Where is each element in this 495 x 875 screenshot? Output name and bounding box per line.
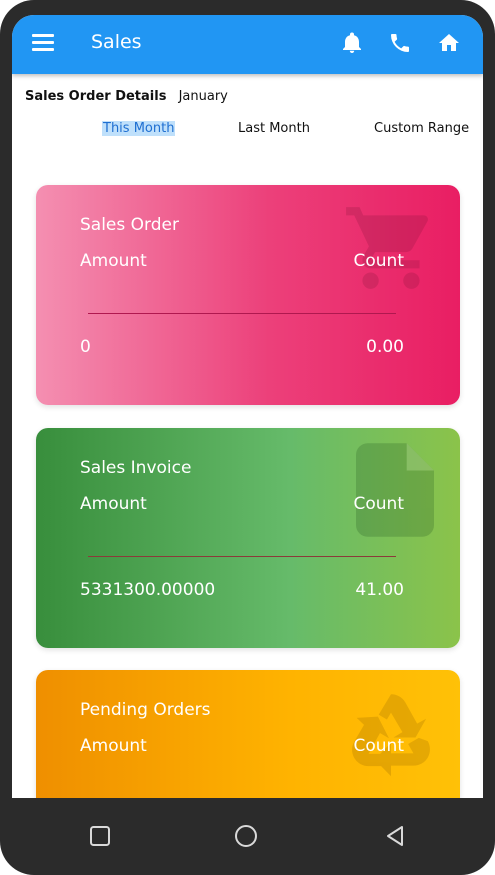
cart-icon <box>342 199 440 297</box>
card-title: Sales Order <box>80 215 179 235</box>
count-label: Count <box>353 494 405 514</box>
details-label: Sales Order Details <box>25 89 167 104</box>
menu-icon[interactable] <box>32 34 54 52</box>
home-icon[interactable] <box>437 31 461 55</box>
amount-label: Amount <box>80 736 147 756</box>
card-divider <box>88 313 396 314</box>
card-title: Pending Orders <box>80 700 211 720</box>
details-month: January <box>178 89 228 104</box>
amount-label: Amount <box>80 251 147 271</box>
count-label: Count <box>353 736 405 756</box>
amount-label: Amount <box>80 494 147 514</box>
sales-order-card[interactable]: Sales Order Amount Count 0 0.00 <box>36 185 460 405</box>
tab-this-month[interactable]: This Month <box>102 121 176 136</box>
count-value: 0.00 <box>366 337 404 357</box>
app-screen: Sales Sales Order Details January This M… <box>12 15 483 798</box>
count-value: 41.00 <box>355 580 404 600</box>
sales-invoice-card[interactable]: Sales Invoice Amount Count 5331300.00000… <box>36 428 460 648</box>
card-title: Sales Invoice <box>80 458 192 478</box>
tab-last-month[interactable]: Last Month <box>238 121 310 136</box>
amount-value: 5331300.00000 <box>80 580 216 600</box>
amount-value: 0 <box>80 337 91 357</box>
phone-icon[interactable] <box>388 31 412 55</box>
device-frame: Sales Sales Order Details January This M… <box>0 0 495 875</box>
date-range-tabs: This Month Last Month Custom Range <box>12 121 483 141</box>
card-divider <box>88 556 396 557</box>
app-bar-title: Sales <box>91 31 142 53</box>
recycle-icon <box>342 684 440 782</box>
home-circle-icon[interactable] <box>233 823 259 849</box>
count-label: Count <box>353 251 405 271</box>
back-triangle-icon[interactable] <box>382 823 408 849</box>
document-icon <box>356 442 434 538</box>
recents-square-icon[interactable] <box>87 823 113 849</box>
app-bar: Sales <box>12 15 483 74</box>
bell-icon[interactable] <box>340 31 364 55</box>
tab-custom-range[interactable]: Custom Range <box>374 121 469 136</box>
pending-orders-card[interactable]: Pending Orders Amount Count <box>36 670 460 798</box>
sales-order-details-row: Sales Order Details January <box>25 89 228 104</box>
system-navigation-bar <box>0 798 495 875</box>
